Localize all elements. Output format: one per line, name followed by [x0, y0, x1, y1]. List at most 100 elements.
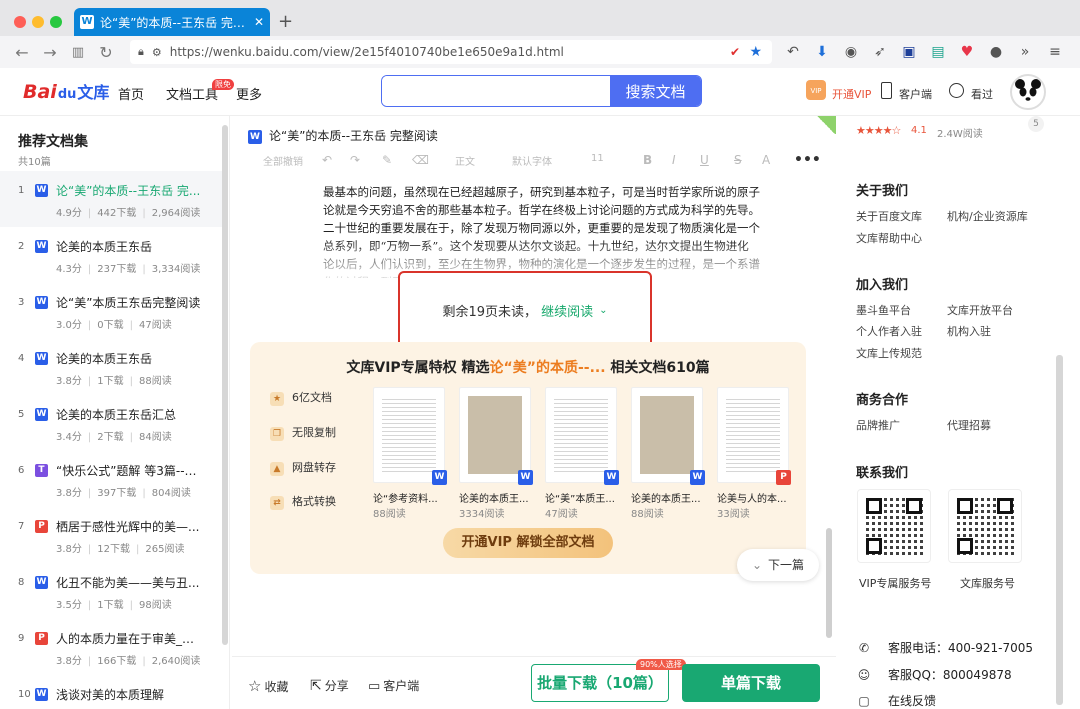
eraser-icon[interactable]: ⌫: [412, 153, 429, 167]
minimize-window-button[interactable]: [32, 16, 44, 28]
continue-reading-box[interactable]: 剩余19页未读， 继续阅读 ⌄: [398, 271, 652, 349]
next-doc-button[interactable]: ⌄ 下一篇: [737, 549, 819, 581]
sidebar-doc-item[interactable]: 4 W 论美的本质王东岳 3.8分 | 1下载 | 88阅读: [0, 339, 222, 395]
baidu-wenku-logo[interactable]: Baidu文库: [22, 79, 109, 103]
address-bar[interactable]: 🔒︎ ⚙ https://wenku.baidu.com/view/2e15f4…: [130, 40, 772, 64]
style-select[interactable]: 正文: [455, 153, 475, 168]
text-color-icon[interactable]: A: [762, 153, 770, 167]
save-icon[interactable]: ▤: [929, 44, 947, 60]
doc-scrollbar[interactable]: [826, 528, 832, 638]
item-title: “快乐公式”题解 等3篇--王...: [56, 464, 201, 478]
strikethrough-icon[interactable]: S: [734, 153, 742, 167]
nav-more[interactable]: 更多: [236, 84, 262, 103]
sidebar-doc-item[interactable]: 6 T “快乐公式”题解 等3篇--王... 3.8分 | 397下载 | 804阅读: [0, 451, 222, 507]
new-tab-button[interactable]: +: [278, 11, 293, 32]
vip-doc-thumbnail[interactable]: W: [373, 387, 447, 485]
help-center-link[interactable]: 文库帮助中心: [856, 230, 922, 246]
tab-close-icon[interactable]: ✕: [254, 15, 264, 29]
vip-doc-thumbnail[interactable]: W: [459, 387, 533, 485]
org-join-link[interactable]: 机构入驻: [947, 323, 991, 339]
vip-doc-title[interactable]: 论“参考资料...: [373, 490, 449, 505]
item-title: 人的本质力量在于审美_重...: [56, 632, 201, 646]
undo-icon[interactable]: ↶: [322, 153, 332, 167]
about-baidu-wenku-link[interactable]: 关于百度文库: [856, 208, 922, 224]
sidebar-doc-item[interactable]: 5 W 论美的本质王东岳汇总 3.4分 | 2下载 | 84阅读: [0, 395, 222, 451]
single-download-button[interactable]: 单篇下载: [682, 664, 820, 702]
sidebar-doc-item[interactable]: 1 W 论“美”的本质--王东岳 完... 4.9分 | 442下载 | 2,964阅读: [0, 171, 222, 227]
vip-doc-thumbnail[interactable]: P: [717, 387, 791, 485]
collect-button[interactable]: ☆ 收藏: [248, 677, 288, 695]
history-link[interactable]: 看过: [971, 86, 993, 102]
back-arrow-icon[interactable]: ←: [8, 43, 36, 62]
brand-promo-link[interactable]: 品牌推广: [856, 417, 900, 433]
vip-doc-thumbnail[interactable]: W: [631, 387, 705, 485]
camera-icon[interactable]: ◉: [842, 44, 860, 60]
vip-doc-title[interactable]: 论美的本质王...: [631, 490, 707, 505]
font-select[interactable]: 默认字体: [512, 153, 552, 168]
rocket-icon[interactable]: ➶: [871, 44, 889, 60]
menu-icon[interactable]: ≡: [1046, 44, 1064, 60]
italic-icon[interactable]: I: [672, 153, 676, 167]
open-vip-link[interactable]: 开通VIP: [832, 86, 871, 102]
permissions-icon[interactable]: ⚙: [152, 46, 162, 59]
agent-recruit-link[interactable]: 代理招募: [947, 417, 991, 433]
redo-icon[interactable]: ↷: [350, 153, 360, 167]
tab-title: 论“美”的本质--王东岳 完整阅读 -: [100, 15, 248, 30]
forward-arrow-icon[interactable]: →: [36, 43, 64, 62]
telephone-icon: ✆: [858, 641, 870, 655]
nav-home[interactable]: 首页: [118, 84, 144, 103]
sidebar-doc-item[interactable]: 7 P 栖居于感性光辉中的美—... 3.8分 | 12下载 | 265阅读: [0, 507, 222, 563]
vip-doc-title[interactable]: 论“美”本质王...: [545, 490, 621, 505]
upload-rules-link[interactable]: 文库上传规范: [856, 345, 922, 361]
item-score: 4.3分: [56, 264, 82, 275]
sidebar-doc-item[interactable]: 3 W 论“美”本质王东岳完整阅读 3.0分 | 0下载 | 47阅读: [0, 283, 222, 339]
nav-doc-tools[interactable]: 文档工具: [166, 84, 218, 103]
doc-type-icon: P: [35, 632, 48, 645]
sidebar-doc-item[interactable]: 10 W 浅谈对美的本质理解: [0, 675, 222, 709]
sidebar-doc-item[interactable]: 2 W 论美的本质王东岳 4.3分 | 237下载 | 3,334阅读: [0, 227, 222, 283]
sidebar-toggle-icon[interactable]: ▥: [64, 45, 92, 60]
sidebar-doc-item[interactable]: 8 W 化丑不能为美——美与丑... 3.5分 | 1下载 | 98阅读: [0, 563, 222, 619]
avatar[interactable]: [1010, 74, 1046, 110]
browser-tab[interactable]: W 论“美”的本质--王东岳 完整阅读 - ✕: [74, 8, 270, 36]
overflow-chevron-icon[interactable]: »: [1016, 44, 1034, 60]
vip-doc-thumbnail[interactable]: W: [545, 387, 619, 485]
open-platform-link[interactable]: 文库开放平台: [947, 302, 1013, 318]
client-button[interactable]: ▭ 客户端: [368, 677, 419, 694]
undo-all-button[interactable]: 全部撤销: [263, 153, 303, 168]
search-input[interactable]: [382, 76, 610, 106]
format-painter-icon[interactable]: ✎: [382, 153, 392, 167]
page-scrollbar[interactable]: [1056, 355, 1063, 705]
unlock-vip-button[interactable]: 开通VIP 解锁全部文档: [443, 528, 613, 558]
phone-contact: ✆ 客服电话：400-921-7005: [856, 639, 1033, 656]
org-resource-link[interactable]: 机构/企业资源库: [947, 208, 1028, 224]
client-link[interactable]: 客户端: [899, 86, 932, 102]
search-button[interactable]: 搜索文档: [610, 76, 701, 106]
share-button[interactable]: ⇱ 分享: [310, 677, 349, 694]
font-size-select[interactable]: 11: [591, 153, 604, 164]
vip-doc-title[interactable]: 论美的本质王...: [459, 490, 535, 505]
download-icon[interactable]: ⬇: [813, 44, 831, 60]
vip-doc-title[interactable]: 论美与人的本...: [717, 490, 793, 505]
rating-value: 4.1: [911, 125, 927, 136]
bitwarden-icon[interactable]: ▣: [900, 44, 918, 60]
biz-heading: 商务合作: [856, 393, 909, 408]
modouyu-link[interactable]: 墨斗鱼平台: [856, 302, 911, 318]
checkmark-icon[interactable]: ✔: [730, 45, 740, 59]
more-options-icon[interactable]: •••: [794, 152, 821, 168]
reload-icon[interactable]: ↻: [92, 43, 120, 62]
close-window-button[interactable]: [14, 16, 26, 28]
sidebar-scrollbar[interactable]: [222, 125, 228, 645]
sidebar-doc-item[interactable]: 9 P 人的本质力量在于审美_重... 3.8分 | 166下载 | 2,640阅读: [0, 619, 222, 675]
author-join-link[interactable]: 个人作者入驻: [856, 323, 922, 339]
item-downloads: 166下载: [97, 656, 137, 667]
feedback-link[interactable]: ▢ 在线反馈: [856, 692, 936, 709]
maximize-window-button[interactable]: [50, 16, 62, 28]
bookmark-star-icon[interactable]: ★: [749, 44, 762, 60]
pocket-icon[interactable]: ♥: [958, 44, 976, 60]
underline-icon[interactable]: U: [700, 153, 709, 167]
continue-reading-link[interactable]: 继续阅读: [541, 301, 593, 320]
panda-extension-icon[interactable]: ●: [987, 44, 1005, 60]
history-icon[interactable]: ↶: [784, 44, 802, 60]
bold-icon[interactable]: B: [643, 153, 652, 167]
